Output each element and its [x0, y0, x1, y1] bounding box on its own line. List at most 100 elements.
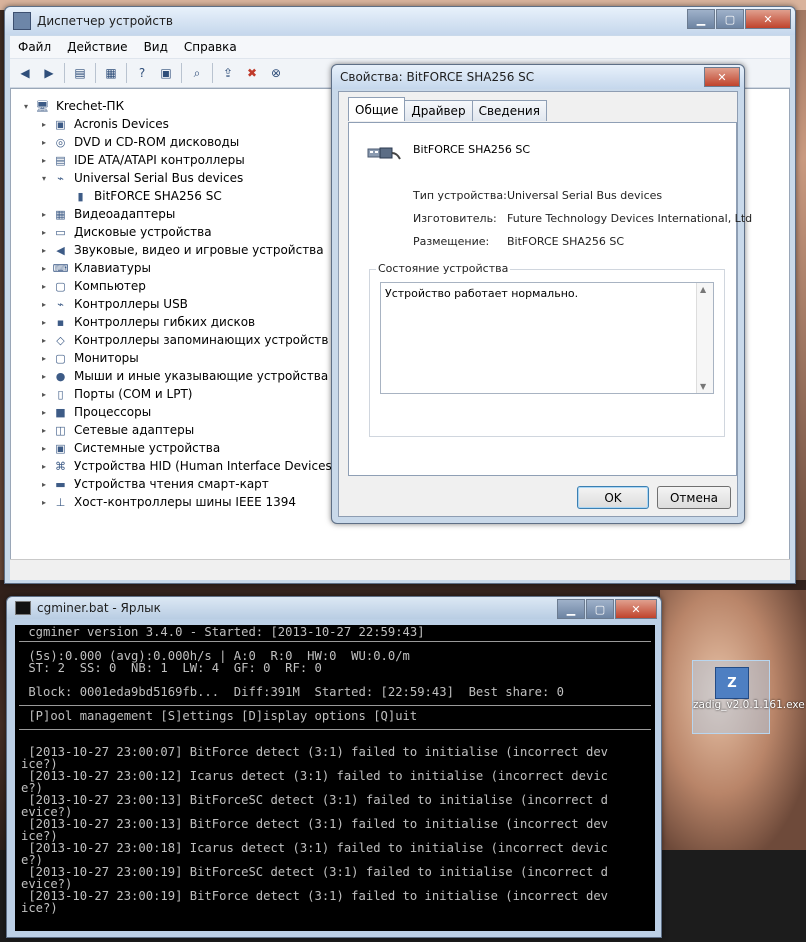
tree-node[interactable]: ▸ ⌁ Контроллеры USB — [21, 295, 336, 313]
tree-node[interactable]: ▸ ▯ Порты (COM и LPT) — [21, 385, 336, 403]
tree-node-label: Компьютер — [74, 279, 146, 293]
expand-arrow-icon[interactable]: ▸ — [39, 228, 49, 237]
expand-arrow-icon[interactable]: ▸ — [39, 156, 49, 165]
keyboard-icon: ⌨ — [52, 261, 69, 275]
tree-node-label: Клавиатуры — [74, 261, 151, 275]
zadig-icon: Z — [715, 667, 749, 699]
tab-driver[interactable]: Драйвер — [404, 100, 473, 121]
console-output[interactable]: cgminer version 3.4.0 - Started: [2013-1… — [15, 625, 655, 931]
expand-arrow-icon[interactable]: ▸ — [39, 336, 49, 345]
expand-arrow-icon[interactable]: ▸ — [39, 480, 49, 489]
console-title: cgminer.bat - Ярлык — [37, 601, 161, 615]
tree-node[interactable]: ▸ ◀ Звуковые, видео и игровые устройства — [21, 241, 336, 259]
close-button[interactable]: ✕ — [745, 9, 791, 29]
update-driver-icon[interactable]: ⇪ — [219, 64, 237, 82]
tree-node[interactable]: ▸ ⊥ Хост-контроллеры шины IEEE 1394 — [21, 493, 336, 511]
expand-arrow-icon[interactable]: ▸ — [39, 282, 49, 291]
status-scrollbar[interactable]: ▲ ▼ — [696, 283, 713, 393]
properties-close-button[interactable]: ✕ — [704, 67, 740, 87]
usb-plug-icon: ▮ — [77, 189, 84, 203]
disk-icon: ▭ — [55, 225, 66, 239]
tree-node-label: Устройства HID (Human Interface Devices) — [74, 459, 337, 473]
tree-node-label: BitFORCE SHA256 SC — [94, 189, 222, 203]
tree-node[interactable]: ▮ BitFORCE SHA256 SC — [21, 187, 336, 205]
console-line: [2013-10-27 23:00:12] Icarus detect (3:1… — [21, 769, 608, 783]
close-button[interactable]: ✕ — [615, 599, 657, 619]
expand-arrow-icon[interactable]: ▸ — [39, 372, 49, 381]
device-manager-app-icon — [13, 12, 31, 30]
expand-arrow-icon[interactable]: ▸ — [39, 120, 49, 129]
up-icon[interactable]: ▤ — [71, 64, 89, 82]
console-line: [2013-10-27 23:00:18] Icarus detect (3:1… — [21, 841, 608, 855]
expand-arrow-icon[interactable]: ▸ — [39, 318, 49, 327]
tree-node[interactable]: ▸ ■ Процессоры — [21, 403, 336, 421]
menu-action[interactable]: Действие — [59, 40, 135, 54]
tree-node[interactable]: ▸ ▭ Дисковые устройства — [21, 223, 336, 241]
device-manager-titlebar[interactable]: Диспетчер устройств — [5, 7, 795, 35]
tree-node-label: Universal Serial Bus devices — [74, 171, 244, 185]
collapse-arrow-icon[interactable]: ▾ — [39, 174, 49, 183]
properties-icon[interactable]: ▦ — [102, 64, 120, 82]
expand-arrow-icon[interactable]: ▸ — [39, 138, 49, 147]
expand-arrow-icon[interactable]: ▸ — [39, 444, 49, 453]
desktop-icon-zadig[interactable]: Z zadig_v2.0.1.161.exe — [692, 660, 805, 734]
scroll-down-icon[interactable]: ▼ — [700, 382, 706, 391]
minimize-button[interactable]: ▁ — [557, 599, 585, 619]
minimize-button[interactable]: ▁ — [687, 9, 715, 29]
tree-node[interactable]: ▸ ▢ Компьютер — [21, 277, 336, 295]
expand-arrow-icon[interactable]: ▸ — [39, 408, 49, 417]
tree-node[interactable]: ▸ ▦ Видеоадаптеры — [21, 205, 336, 223]
tree-node[interactable]: ▾ ⌁ Universal Serial Bus devices — [21, 169, 336, 187]
tree-node[interactable]: ▸ ⌘ Устройства HID (Human Interface Device… — [21, 457, 336, 475]
tree-node[interactable]: ▸ ▢ Мониторы — [21, 349, 336, 367]
cancel-button[interactable]: Отмена — [657, 486, 731, 509]
expand-arrow-icon[interactable]: ▸ — [39, 498, 49, 507]
tree-node[interactable]: ▸ ● Мыши и иные указывающие устройства — [21, 367, 336, 385]
back-icon[interactable]: ◀ — [16, 64, 34, 82]
console-line: cgminer version 3.4.0 - Started: [2013-1… — [21, 625, 425, 639]
expand-arrow-icon[interactable]: ▸ — [39, 462, 49, 471]
collapse-arrow-icon[interactable]: ▾ — [21, 102, 31, 111]
properties-titlebar[interactable]: Свойства: BitFORCE SHA256 SC — [332, 65, 744, 89]
tab-details[interactable]: Сведения — [471, 100, 547, 121]
ok-button[interactable]: OK — [577, 486, 649, 509]
scan-icon[interactable]: ⌕ — [188, 64, 206, 82]
properties-tabs: Общие Драйвер Сведения — [348, 97, 547, 121]
maximize-button[interactable]: ▢ — [586, 599, 614, 619]
tree-node[interactable]: ▸ ▪ Контроллеры гибких дисков — [21, 313, 336, 331]
computer-icon: 🖥 — [35, 99, 50, 113]
device-tree: ▾ 🖥 Krechet-ПК ▸ ▣ Acronis Devices ▸ ◎ DVD и CD-… — [21, 97, 336, 511]
expand-arrow-icon[interactable]: ▸ — [39, 426, 49, 435]
disable-icon[interactable]: ✖ — [243, 64, 261, 82]
tree-node[interactable]: ▸ ▣ Системные устройства — [21, 439, 336, 457]
expand-arrow-icon[interactable]: ▸ — [39, 300, 49, 309]
scroll-up-icon[interactable]: ▲ — [700, 285, 706, 294]
forward-icon[interactable]: ▶ — [40, 64, 58, 82]
maximize-button[interactable]: ▢ — [716, 9, 744, 29]
expand-arrow-icon[interactable]: ▸ — [39, 354, 49, 363]
uninstall-icon[interactable]: ⊗ — [267, 64, 285, 82]
monitor-icon: ▢ — [55, 351, 66, 365]
tree-node[interactable]: ▸ ▣ Acronis Devices — [21, 115, 336, 133]
expand-arrow-icon[interactable]: ▸ — [39, 246, 49, 255]
expand-arrow-icon[interactable]: ▸ — [39, 264, 49, 273]
device-status-textbox[interactable]: Устройство работает нормально. ▲ ▼ — [380, 282, 714, 394]
maximize-icon: ▢ — [594, 602, 606, 616]
device-name: BitFORCE SHA256 SC — [413, 143, 531, 156]
tab-general[interactable]: Общие — [348, 97, 406, 121]
expand-arrow-icon[interactable]: ▸ — [39, 210, 49, 219]
tree-node[interactable]: ▸ ▤ IDE ATA/ATAPI контроллеры — [21, 151, 336, 169]
tree-node[interactable]: ▸ ▬ Устройства чтения смарт-карт — [21, 475, 336, 493]
tree-node[interactable]: ▸ ⌨ Клавиатуры — [21, 259, 336, 277]
menu-help[interactable]: Справка — [176, 40, 245, 54]
help-icon[interactable]: ? — [133, 64, 151, 82]
tree-node[interactable]: ▾ 🖥 Krechet-ПК — [21, 97, 336, 115]
view-icon[interactable]: ▣ — [157, 64, 175, 82]
tree-node[interactable]: ▸ ◇ Контроллеры запоминающих устройств — [21, 331, 336, 349]
tree-node[interactable]: ▸ ◫ Сетевые адаптеры — [21, 421, 336, 439]
menu-file[interactable]: Файл — [10, 40, 59, 54]
tree-node[interactable]: ▸ ◎ DVD и CD-ROM дисководы — [21, 133, 336, 151]
expand-arrow-icon[interactable]: ▸ — [39, 390, 49, 399]
cpu-icon: ■ — [55, 405, 66, 419]
menu-view[interactable]: Вид — [136, 40, 176, 54]
